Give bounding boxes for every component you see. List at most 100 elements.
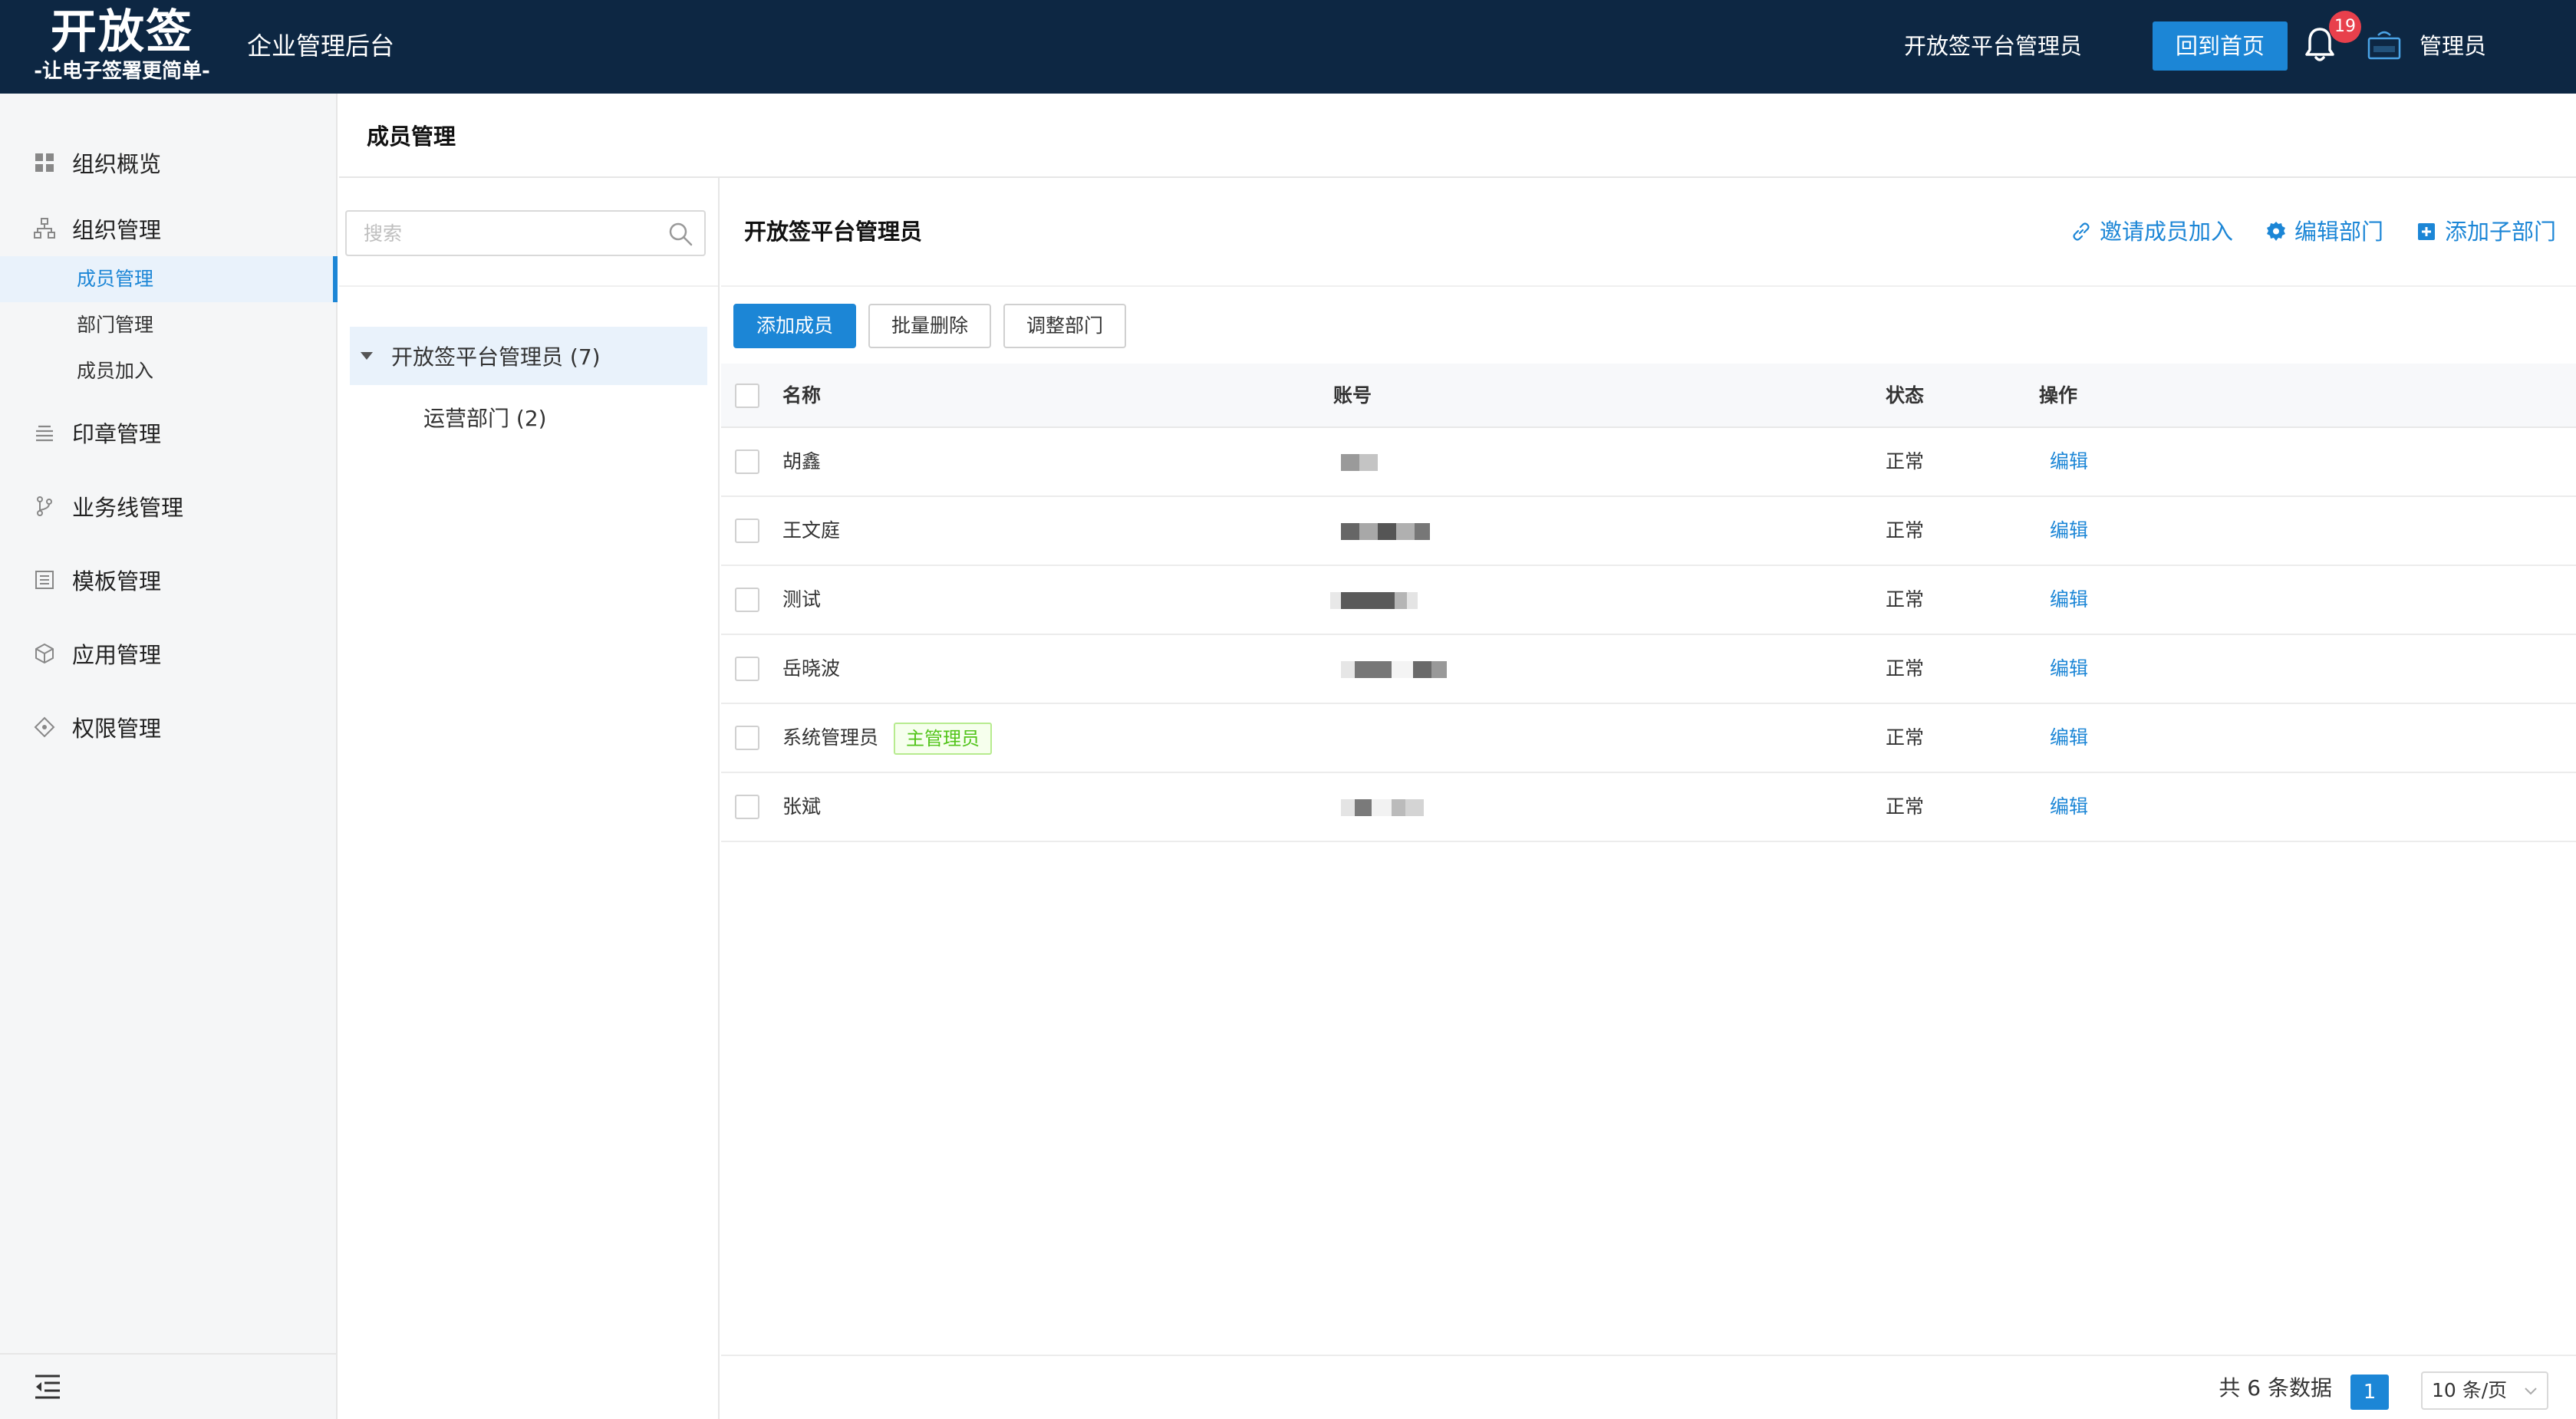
column-header-name: 名称	[782, 384, 822, 407]
member-name: 系统管理员	[782, 726, 879, 749]
row-checkbox[interactable]	[735, 449, 759, 474]
invite-member-link[interactable]: 邀请成员加入	[2070, 215, 2233, 249]
row-checkbox[interactable]	[735, 657, 759, 681]
edit-member-link[interactable]: 编辑	[2050, 497, 2088, 565]
pagination-page-1[interactable]: 1	[2350, 1375, 2389, 1410]
tree-node-operations[interactable]: 运营部门 (2)	[350, 388, 707, 446]
add-sub-department-link[interactable]: 添加子部门	[2416, 215, 2556, 249]
member-name: 胡鑫	[782, 450, 822, 472]
content-divider	[721, 285, 2576, 287]
primary-admin-tag: 主管理员	[894, 723, 993, 755]
sidebar-subitem-member-join[interactable]: 成员加入	[0, 348, 338, 394]
edit-member-link[interactable]: 编辑	[2050, 635, 2088, 703]
column-header-action: 操作	[2039, 384, 2078, 407]
department-title: 开放签平台管理员	[744, 219, 923, 245]
member-status: 正常	[1886, 726, 1925, 749]
sidebar-item-seal-management[interactable]: 印章管理	[0, 408, 338, 457]
sidebar-item-label: 权限管理	[72, 716, 162, 742]
account-masked	[1330, 592, 1418, 609]
pagination-total: 共 6 条数据	[2219, 1375, 2332, 1401]
table-header: 名称 账号 状态 操作	[721, 364, 2576, 428]
sidebar-item-template-management[interactable]: 模板管理	[0, 555, 338, 604]
page-size-value: 10 条/页	[2432, 1379, 2508, 1401]
invite-member-label: 邀请成员加入	[2099, 219, 2233, 245]
member-status: 正常	[1886, 657, 1925, 680]
add-member-button[interactable]: 添加成员	[733, 304, 856, 348]
column-header-account: 账号	[1333, 384, 1372, 407]
logo-title: 开放签	[51, 5, 193, 59]
tree-node-root[interactable]: 开放签平台管理员 (7)	[350, 327, 707, 385]
avatar[interactable]	[2366, 28, 2403, 64]
tree-node-label: 运营部门 (2)	[423, 406, 547, 431]
sidebar-subitem-member-management[interactable]: 成员管理	[0, 256, 338, 302]
back-home-button[interactable]: 回到首页	[2153, 21, 2288, 71]
edit-member-link[interactable]: 编辑	[2050, 704, 2088, 772]
sidebar-item-permission-management[interactable]: 权限管理	[0, 703, 338, 752]
page-title: 成员管理	[367, 123, 456, 150]
gear-icon	[2266, 222, 2285, 241]
select-all-checkbox[interactable]	[735, 384, 759, 408]
sidebar-item-label: 模板管理	[72, 568, 162, 594]
edit-member-link[interactable]: 编辑	[2050, 773, 2088, 841]
member-content: 开放签平台管理员 邀请成员加入 编辑部门 添加子部门 添加成员 批量删除 调整部…	[721, 178, 2576, 1419]
sidebar-item-business-line[interactable]: 业务线管理	[0, 482, 338, 531]
edit-member-link[interactable]: 编辑	[2050, 428, 2088, 495]
tree-search-box[interactable]	[345, 210, 706, 256]
plus-square-icon	[2417, 223, 2435, 240]
sidebar-item-org-overview[interactable]: 组织概览	[0, 138, 338, 187]
table-row: 王文庭 正常 编辑	[721, 497, 2576, 566]
member-name: 张斌	[782, 795, 822, 818]
sidebar-item-org-management[interactable]: 组织管理	[0, 204, 338, 253]
member-name: 王文庭	[782, 519, 841, 542]
adjust-department-button[interactable]: 调整部门	[1003, 304, 1126, 348]
collapse-menu-icon[interactable]	[31, 1370, 64, 1404]
department-actions: 邀请成员加入 编辑部门 添加子部门	[2070, 215, 2556, 249]
org-tree-icon	[29, 213, 60, 244]
permission-icon	[29, 712, 60, 742]
pagination: 共 6 条数据 1 10 条/页	[721, 1355, 2576, 1419]
column-header-status: 状态	[1886, 384, 1925, 407]
notification-badge: 19	[2329, 11, 2361, 43]
row-checkbox[interactable]	[735, 795, 759, 819]
sidebar-item-label: 印章管理	[72, 421, 162, 447]
tree-search-input[interactable]	[347, 212, 654, 255]
sidebar-divider	[0, 1353, 338, 1355]
cube-icon	[29, 638, 60, 669]
row-checkbox[interactable]	[735, 519, 759, 543]
user-name[interactable]: 管理员	[2420, 29, 2486, 63]
row-checkbox[interactable]	[735, 588, 759, 612]
logo-slogan: -让电子签署更简单-	[34, 60, 210, 83]
sidebar-item-label: 业务线管理	[72, 495, 184, 521]
edit-department-label: 编辑部门	[2294, 219, 2383, 245]
template-icon	[29, 565, 60, 595]
table-row: 测试 正常 编辑	[721, 566, 2576, 635]
member-status: 正常	[1886, 519, 1925, 542]
row-checkbox[interactable]	[735, 726, 759, 750]
batch-delete-button[interactable]: 批量删除	[868, 304, 991, 348]
edit-department-link[interactable]: 编辑部门	[2265, 215, 2383, 249]
branch-icon	[29, 491, 60, 522]
page-size-select[interactable]: 10 条/页	[2421, 1371, 2548, 1410]
sidebar: 组织概览 组织管理 成员管理 部门管理 成员加入 印章管理 业务线管理 模板管理…	[0, 94, 338, 1419]
table-row: 胡鑫 正常 编辑	[721, 428, 2576, 497]
table-row: 系统管理员 主管理员 正常 编辑	[721, 704, 2576, 773]
member-name: 岳晓波	[782, 657, 841, 680]
tree-divider	[339, 285, 718, 287]
sidebar-item-label: 应用管理	[72, 642, 162, 668]
tenant-name[interactable]: 开放签平台管理员	[1904, 29, 2082, 63]
sidebar-item-app-management[interactable]: 应用管理	[0, 629, 338, 678]
member-status: 正常	[1886, 450, 1925, 472]
link-icon	[2073, 222, 2090, 241]
sidebar-subitem-dept-management[interactable]: 部门管理	[0, 302, 338, 348]
tree-node-label: 开放签平台管理员 (7)	[391, 344, 601, 370]
account-masked	[1341, 523, 1430, 540]
sidebar-item-label: 组织管理	[72, 217, 162, 243]
app-title: 企业管理后台	[247, 31, 395, 61]
page-header: 成员管理	[339, 94, 2576, 178]
brand-logo[interactable]: 开放签 -让电子签署更简单-	[18, 5, 226, 83]
list-lines-icon	[29, 417, 60, 448]
caret-down-icon[interactable]	[359, 348, 374, 364]
sidebar-item-label: 组织概览	[72, 151, 162, 177]
edit-member-link[interactable]: 编辑	[2050, 566, 2088, 634]
search-icon[interactable]	[667, 221, 693, 247]
